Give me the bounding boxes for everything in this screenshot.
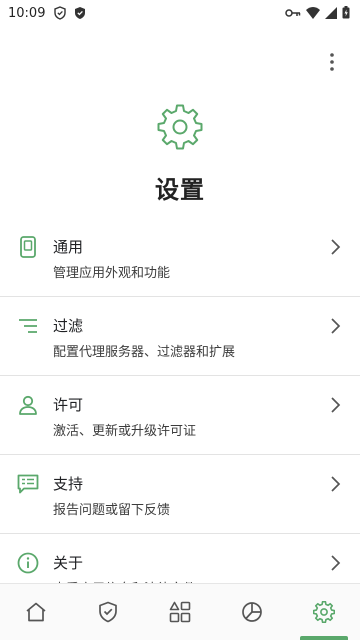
- chevron-right-icon: [331, 476, 341, 492]
- settings-item-license[interactable]: 许可 激活、更新或升级许可证: [0, 376, 360, 455]
- settings-list: 通用 管理应用外观和功能 过滤 配置代理服务器、过滤器和扩展 许可 激活、更新或…: [0, 218, 360, 613]
- shield-icon: [99, 601, 117, 623]
- settings-gear-icon: [157, 104, 203, 150]
- settings-item-title: 通用: [53, 238, 84, 256]
- bottom-navigation: [0, 583, 360, 640]
- settings-item-subtitle: 管理应用外观和功能: [53, 266, 171, 281]
- settings-item-title: 支持: [53, 475, 84, 493]
- vpn-shield-outline-icon: [53, 6, 67, 20]
- settings-item-subtitle: 报告问题或留下反馈: [53, 503, 171, 518]
- settings-item-title: 许可: [53, 396, 84, 414]
- battery-icon: [342, 4, 350, 23]
- key-icon: [285, 4, 301, 23]
- active-tab-indicator: [300, 636, 348, 640]
- chat-icon: [16, 472, 40, 496]
- page-title: 设置: [155, 176, 205, 204]
- phone-icon: [16, 235, 40, 259]
- settings-item-subtitle: 激活、更新或升级许可证: [53, 424, 197, 439]
- signal-icon: [325, 4, 337, 23]
- settings-item-filtering[interactable]: 过滤 配置代理服务器、过滤器和扩展: [0, 297, 360, 376]
- filter-icon: [16, 314, 40, 338]
- chevron-right-icon: [331, 239, 341, 255]
- nav-apps[interactable]: [144, 584, 216, 640]
- nav-settings[interactable]: [288, 584, 360, 640]
- nav-protection[interactable]: [72, 584, 144, 640]
- chevron-right-icon: [331, 318, 341, 334]
- nav-statistics[interactable]: [216, 584, 288, 640]
- settings-item-title: 关于: [53, 554, 84, 572]
- home-icon: [26, 602, 46, 622]
- overflow-menu-button[interactable]: [320, 50, 344, 74]
- wifi-icon: [306, 4, 320, 23]
- settings-item-support[interactable]: 支持 报告问题或留下反馈: [0, 455, 360, 534]
- settings-item-general[interactable]: 通用 管理应用外观和功能: [0, 218, 360, 297]
- chevron-right-icon: [331, 555, 341, 571]
- status-time: 10:09: [8, 5, 46, 21]
- status-bar: 10:09: [0, 0, 360, 26]
- more-vertical-icon: [330, 53, 334, 71]
- stats-icon: [242, 602, 262, 622]
- shield-filled-icon: [73, 6, 87, 20]
- info-icon: [16, 551, 40, 575]
- person-icon: [16, 393, 40, 417]
- gear-icon: [313, 601, 335, 623]
- apps-icon: [169, 601, 191, 623]
- nav-home[interactable]: [0, 584, 72, 640]
- settings-item-title: 过滤: [53, 317, 84, 335]
- chevron-right-icon: [331, 397, 341, 413]
- settings-item-subtitle: 配置代理服务器、过滤器和扩展: [53, 345, 236, 360]
